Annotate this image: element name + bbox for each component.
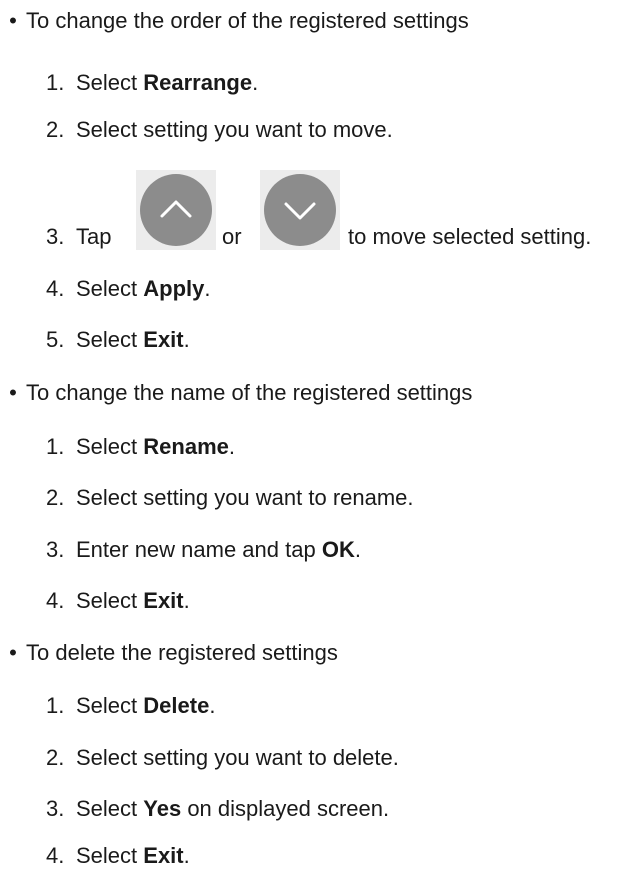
ui-term: Exit [143,843,184,868]
step-rename-1: 1. Select Rename. [46,434,235,459]
step-delete-4: 4. Select Exit. [46,843,190,868]
step-rearrange-2: 2. Select setting you want to move. [46,117,393,142]
chevron-down-icon [284,202,316,220]
step-rename-2: 2. Select setting you want to rename. [46,485,414,510]
step-delete-1: 1. Select Delete. [46,693,216,718]
ui-term: Rename [143,434,229,459]
section-rename-title: • To change the name of the registered se… [0,380,472,406]
ui-term: Exit [143,327,184,352]
section-rearrange-title: • To change the order of the registered s… [0,8,469,34]
bullet: • [9,8,17,33]
ui-term: Yes [143,796,182,821]
ui-term: Rearrange [143,70,253,95]
ui-term: Delete [143,693,210,718]
section-delete-title: • To delete the registered settings [0,640,338,666]
step-rearrange-5: 5. Select Exit. [46,327,190,352]
down-arrow-button-image [260,170,340,250]
bullet: • [9,640,17,665]
step-rename-4: 4. Select Exit. [46,588,190,613]
step-rearrange-4: 4. Select Apply. [46,276,211,301]
bullet: • [9,380,17,405]
chevron-up-icon [160,200,192,218]
step-rename-3: 3. Enter new name and tap OK. [46,537,361,562]
step-delete-2: 2. Select setting you want to delete. [46,745,399,770]
step-delete-3: 3. Select Yes on displayed screen. [46,796,390,821]
ui-term: Apply [143,276,205,301]
ui-term: Exit [143,588,184,613]
ui-term: OK [321,537,355,562]
step-rearrange-1: 1. Select Rearrange. [46,70,259,95]
up-arrow-button-image [136,170,216,250]
